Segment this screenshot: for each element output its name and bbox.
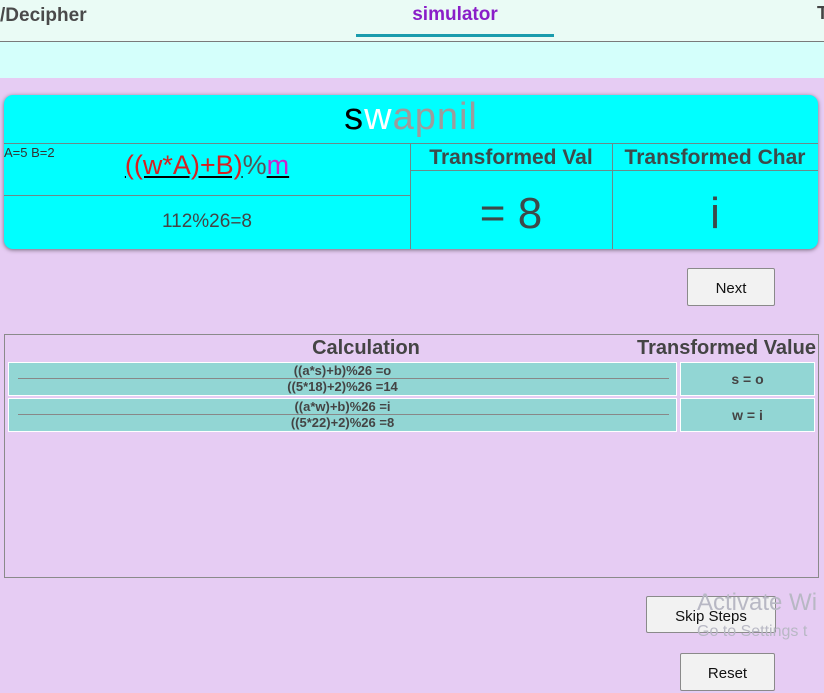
next-button[interactable]: Next (687, 268, 775, 306)
divider (4, 143, 818, 144)
calculation-cell: ((a*w)+b)%26 =i ((5*22)+2)%26 =8 (8, 398, 677, 432)
transformed-value: = 8 (479, 189, 543, 238)
plaintext-word: swapnil (4, 96, 818, 139)
nav-item-clipped[interactable]: T (817, 3, 824, 24)
transformed-value-cell: s = o (680, 362, 815, 396)
divider (410, 170, 818, 171)
transformed-val-header: Transformed Val (429, 146, 593, 169)
transformed-char-header: Transformed Char (624, 146, 806, 169)
table-row: ((a*w)+b)%26 =i ((5*22)+2)%26 =8 w = i (8, 398, 815, 432)
formula-expression: ((w*A)+B) (124, 150, 243, 180)
activation-watermark-subtitle: Go to Settings t (697, 623, 808, 640)
top-nav: /Decipher simulator T (0, 0, 824, 42)
word-current-char: w (364, 96, 393, 138)
calculation-result: 112%26=8 (162, 211, 252, 232)
results-table: Calculation Transformed Value ((a*s)+b)%… (4, 334, 819, 578)
sub-header-bar (0, 42, 824, 78)
active-tab-indicator (356, 34, 554, 37)
calculation-numeric: ((5*18)+2)%26 =14 (287, 379, 398, 394)
reset-button[interactable]: Reset (680, 653, 775, 691)
transformed-char: i (710, 189, 720, 238)
formula-operator: % (242, 150, 267, 180)
app-title[interactable]: /Decipher (0, 5, 87, 27)
calculation-numeric: ((5*22)+2)%26 =8 (290, 415, 395, 430)
calculation-cell: ((a*s)+b)%26 =o ((5*18)+2)%26 =14 (8, 362, 677, 396)
activation-watermark-title: Activate Wi (697, 589, 818, 616)
formula: ((w*A)+B)%m (4, 150, 410, 181)
word-remaining-chars: apnil (392, 96, 478, 138)
table-row: ((a*s)+b)%26 =o ((5*18)+2)%26 =14 s = o (8, 362, 815, 396)
calculation-formula: ((a*w)+b)%26 =i (294, 399, 391, 414)
calculation-column-header: Calculation (312, 337, 420, 359)
simulator-card: swapnil A=5 B=2 ((w*A)+B)%m 112%26=8 Tra… (4, 95, 818, 249)
transformed-value-column-header: Transformed Value (637, 337, 816, 359)
formula-modulus: m (266, 150, 290, 180)
tab-simulator[interactable]: simulator (356, 4, 554, 26)
word-processed-chars: s (344, 96, 365, 138)
transformed-value-cell: w = i (680, 398, 815, 432)
calculation-formula: ((a*s)+b)%26 =o (293, 363, 392, 378)
divider (4, 195, 410, 196)
